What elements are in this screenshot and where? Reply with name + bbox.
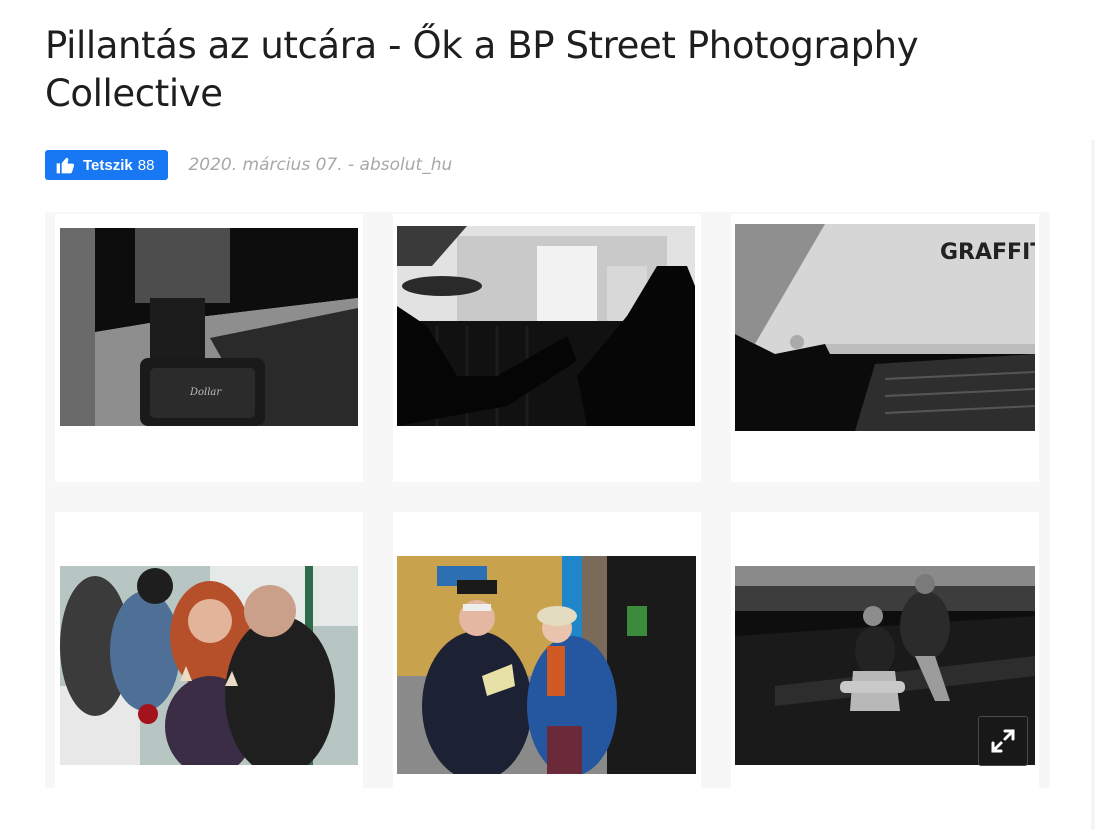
thumbs-up-icon — [56, 157, 75, 174]
photo-gallery: Dollar GRAFFI — [45, 212, 1050, 788]
suitcase-brand-text: Dollar — [189, 387, 222, 398]
gallery-photo-stairs[interactable]: GRAFFITI — [735, 224, 1035, 431]
article-byline: 2020. március 07. - absolut_hu — [188, 155, 453, 175]
gallery-card-5[interactable] — [393, 512, 701, 788]
gallery-photo-suitcase[interactable]: Dollar — [60, 228, 358, 426]
gallery-card-3[interactable]: GRAFFITI — [731, 214, 1039, 482]
like-label: Tetszik — [83, 156, 133, 174]
gallery-photo-elderly-couple[interactable] — [397, 556, 696, 774]
gallery-card-2[interactable] — [393, 214, 701, 482]
facebook-like-button[interactable]: Tetszik 88 — [45, 150, 169, 180]
page-edge-divider — [1091, 140, 1095, 830]
expand-arrows-icon — [991, 729, 1015, 753]
graffiti-text: GRAFFITI — [940, 240, 1035, 265]
article-meta: Tetszik 88 2020. március 07. - absolut_h… — [45, 150, 452, 180]
gallery-photo-balcony[interactable] — [397, 226, 695, 426]
gallery-card-1[interactable]: Dollar — [55, 214, 363, 482]
article-title: Pillantás az utcára - Ők a BP Street Pho… — [45, 24, 919, 115]
gallery-card-4[interactable] — [55, 512, 363, 788]
like-count: 88 — [137, 156, 155, 174]
expand-gallery-button[interactable] — [978, 716, 1028, 766]
gallery-photo-ice-cream[interactable] — [60, 566, 358, 765]
